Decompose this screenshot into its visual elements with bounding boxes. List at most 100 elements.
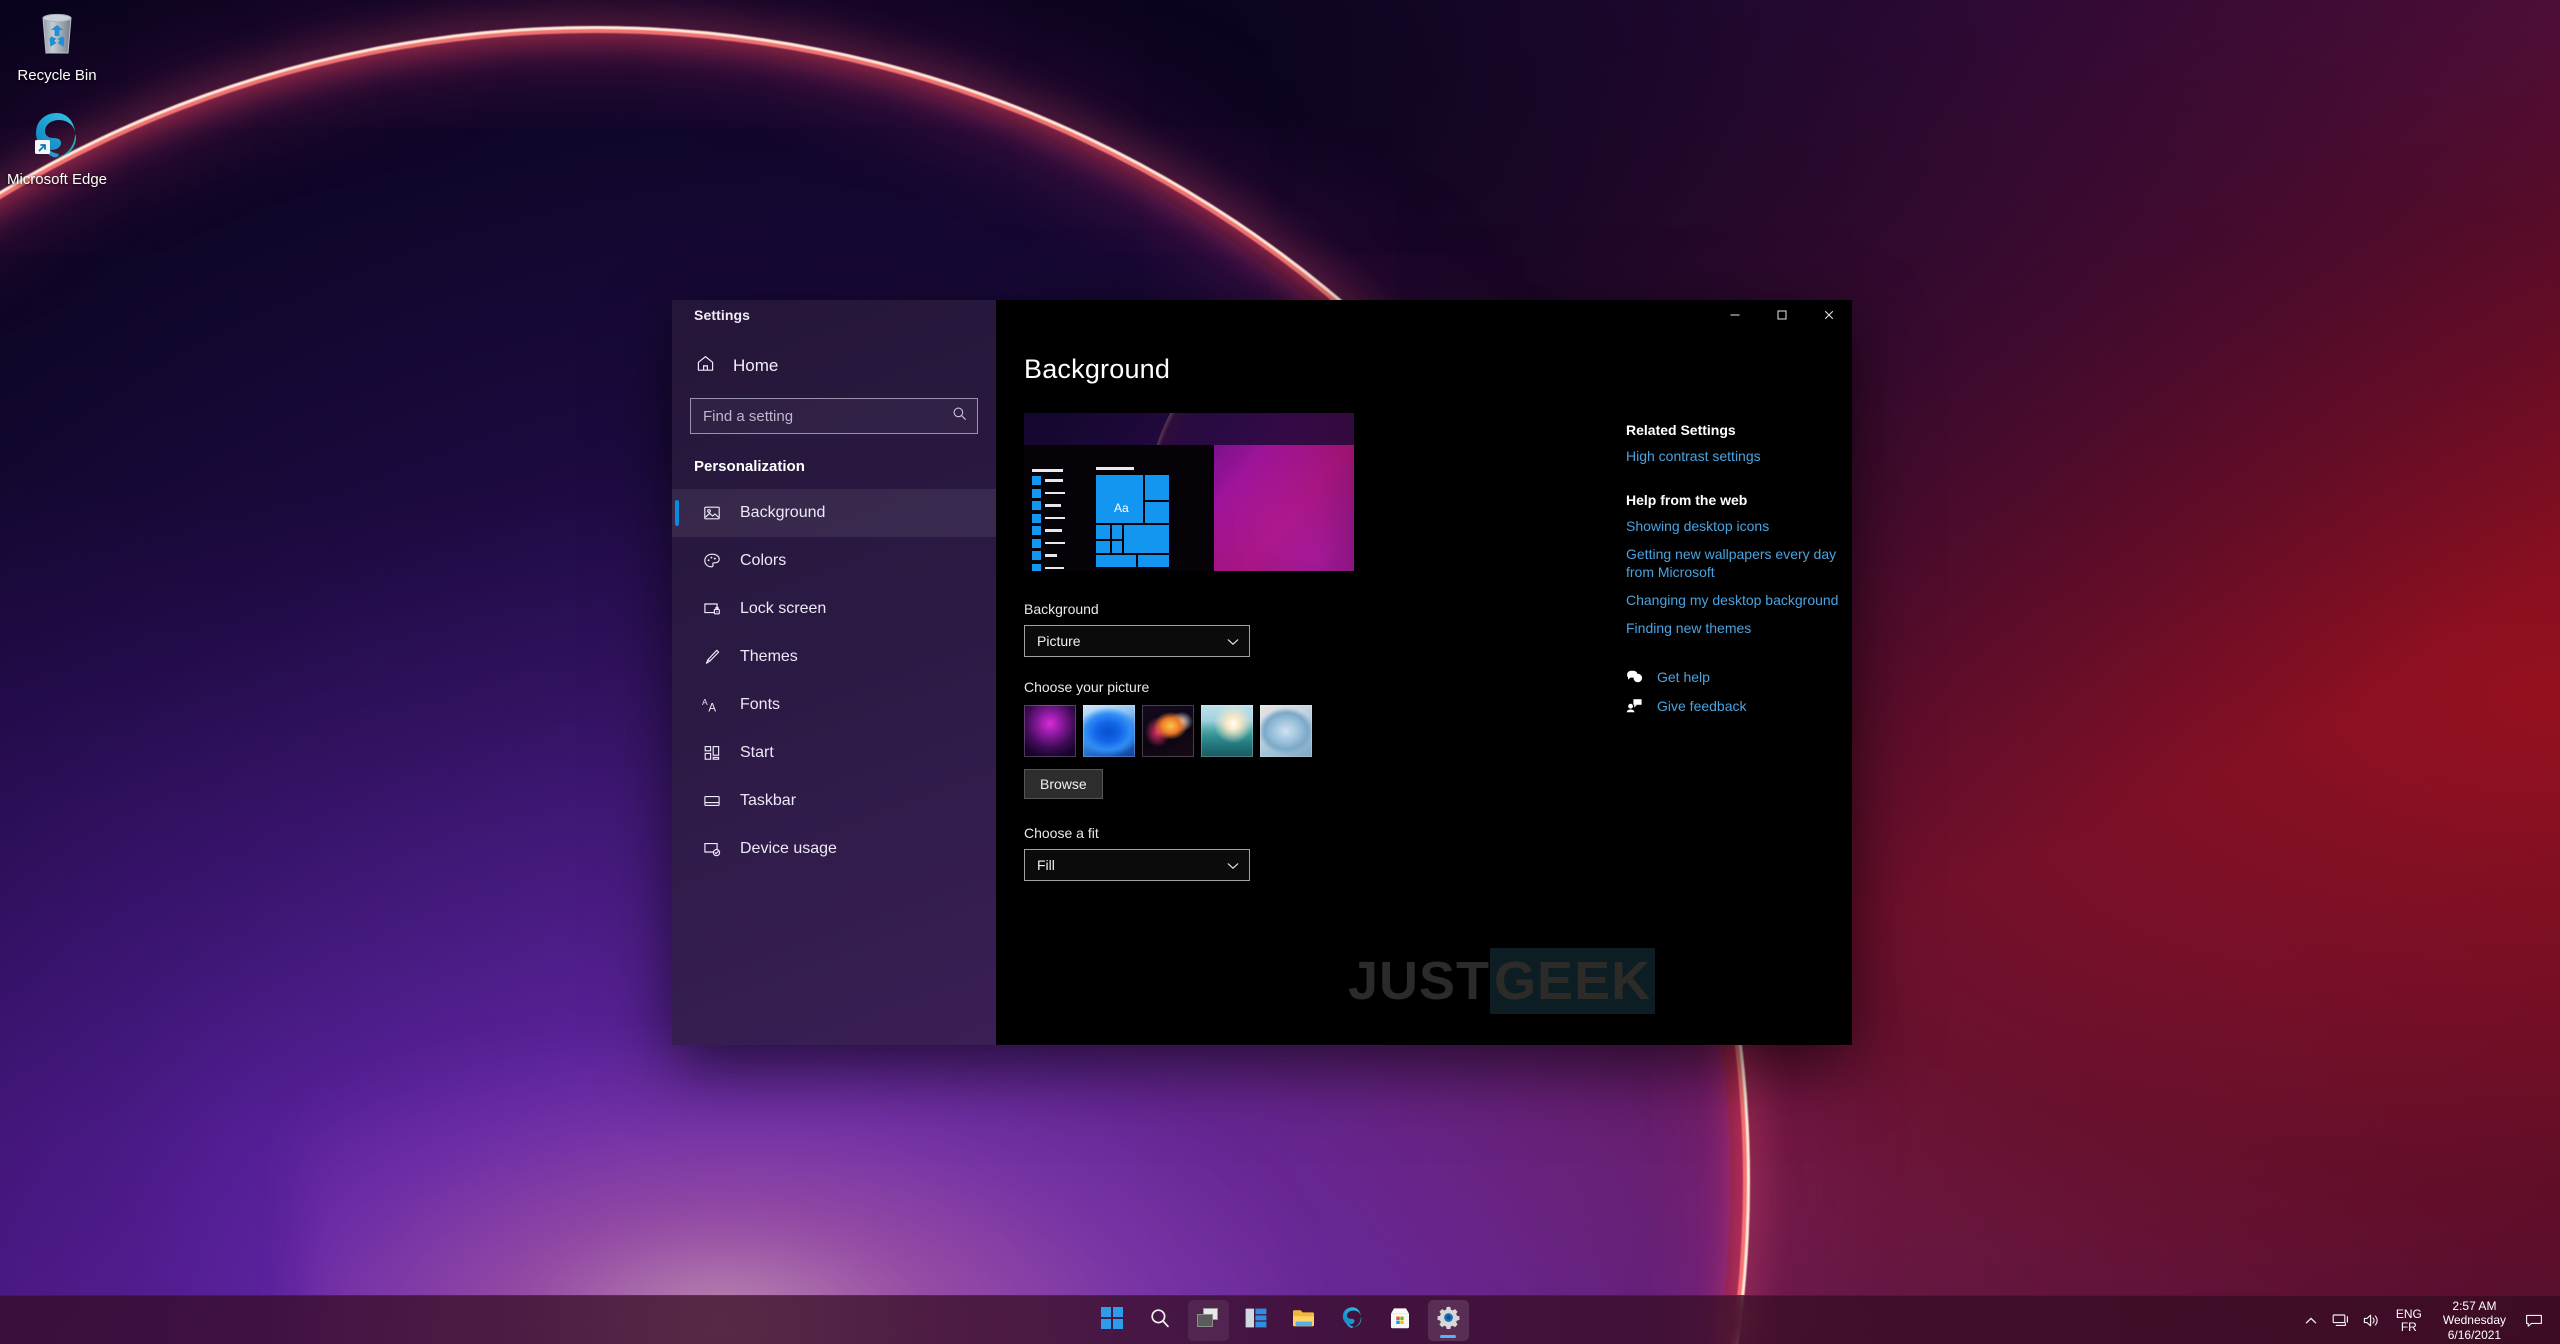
preview-topbar	[1024, 413, 1354, 445]
volume-icon[interactable]	[2356, 1300, 2387, 1341]
minimize-button[interactable]	[1711, 300, 1758, 330]
edge-button[interactable]	[1332, 1300, 1373, 1341]
sidebar-item-label: Background	[740, 504, 826, 521]
sidebar-item-taskbar[interactable]: Taskbar	[672, 777, 996, 825]
search-input[interactable]	[703, 407, 952, 425]
task-view-button[interactable]	[1187, 1299, 1229, 1341]
background-label: Background	[1024, 601, 1099, 617]
feedback-person-icon	[1626, 698, 1643, 713]
link-high-contrast-settings[interactable]: High contrast settings	[1626, 447, 1852, 466]
sidebar-item-label: Lock screen	[740, 600, 827, 617]
sidebar-item-label: Themes	[740, 648, 798, 665]
file-explorer-button[interactable]	[1284, 1300, 1325, 1341]
desktop-icon-microsoft-edge[interactable]: Microsoft Edge	[4, 110, 110, 189]
sidebar-item-lock-screen[interactable]: Lock screen	[672, 585, 996, 633]
maximize-button[interactable]	[1758, 300, 1805, 330]
get-help-link[interactable]: Get help	[1657, 669, 1710, 685]
link-getting-new-wallpapers[interactable]: Getting new wallpapers every day from Mi…	[1626, 545, 1852, 583]
microsoft-edge-icon	[4, 110, 110, 164]
sidebar-item-background[interactable]: Background	[672, 489, 996, 537]
sidebar-item-themes[interactable]: Themes	[672, 633, 996, 681]
search-icon[interactable]	[952, 406, 967, 426]
sidebar-item-fonts[interactable]: A A Fonts	[672, 681, 996, 729]
device-usage-icon	[702, 840, 722, 858]
link-showing-desktop-icons[interactable]: Showing desktop icons	[1626, 517, 1852, 536]
window-body: Settings Home Person	[672, 300, 1852, 1045]
sidebar-item-start[interactable]: Start	[672, 729, 996, 777]
page-title: Background	[1024, 354, 1171, 384]
thumbnail-flow-blue[interactable]	[1083, 705, 1135, 757]
active-app-indicator	[1440, 1334, 1456, 1338]
close-button[interactable]	[1805, 300, 1852, 330]
palette-icon	[702, 552, 722, 570]
taskbar-icon	[702, 792, 722, 810]
thumbnail-glow-dark-butterfly[interactable]	[1142, 705, 1194, 757]
lock-screen-icon	[702, 600, 722, 618]
microsoft-edge-icon	[1341, 1306, 1364, 1334]
widgets-icon	[1245, 1308, 1267, 1333]
sidebar-item-label: Colors	[740, 552, 787, 569]
preview-app-list	[1032, 469, 1066, 571]
chevron-down-icon	[1227, 633, 1239, 649]
thumbnail-bloom-dark-purple[interactable]	[1024, 705, 1076, 757]
language-indicator[interactable]: ENG FR	[2387, 1300, 2431, 1341]
microsoft-store-icon	[1389, 1307, 1411, 1334]
home-icon	[696, 354, 715, 378]
sidebar-item-device-usage[interactable]: Device usage	[672, 825, 996, 873]
notification-icon[interactable]	[2518, 1300, 2550, 1341]
preview-tile-text: Aa	[1114, 501, 1129, 515]
recycle-bin-icon	[4, 6, 110, 60]
help-chat-icon: ?	[1626, 669, 1643, 684]
svg-text:A: A	[702, 697, 708, 707]
sidebar-item-label: Start	[740, 744, 774, 761]
give-feedback-row[interactable]: Give feedback	[1626, 698, 1852, 714]
taskbar-center-group	[1092, 1299, 1469, 1341]
titlebar-right[interactable]	[996, 300, 1852, 330]
sidebar-home-label: Home	[733, 356, 779, 375]
link-changing-my-desktop-background[interactable]: Changing my desktop background	[1626, 591, 1852, 610]
task-view-icon	[1196, 1307, 1220, 1333]
clock[interactable]: 2:57 AM Wednesday 6/16/2021	[2431, 1299, 2518, 1342]
thumbnail-captured-motion-sunrise[interactable]	[1201, 705, 1253, 757]
sidebar-item-home[interactable]: Home	[688, 348, 980, 384]
thumbnail-flow-light-blue[interactable]	[1260, 705, 1312, 757]
windows-logo-icon	[1101, 1306, 1123, 1334]
preview-start-menu: Aa	[1024, 445, 1214, 571]
get-help-row[interactable]: ? Get help	[1626, 669, 1852, 685]
search-box[interactable]	[690, 398, 978, 434]
chevron-down-icon	[1227, 857, 1239, 873]
help-from-web-heading: Help from the web	[1626, 491, 1748, 508]
start-button[interactable]	[1092, 1300, 1133, 1341]
store-button[interactable]	[1380, 1300, 1421, 1341]
background-type-select[interactable]: Picture	[1024, 625, 1250, 657]
search-button[interactable]	[1140, 1300, 1181, 1341]
clock-day: Wednesday	[2442, 1313, 2506, 1328]
taskbar[interactable]: ENG FR 2:57 AM Wednesday 6/16/2021	[0, 1295, 2560, 1344]
clock-time: 2:57 AM	[2452, 1299, 2497, 1314]
sidebar-item-label: Device usage	[740, 840, 837, 857]
settings-button[interactable]	[1427, 1299, 1469, 1341]
widgets-button[interactable]	[1236, 1300, 1277, 1341]
desktop-icon-recycle-bin[interactable]: Recycle Bin	[4, 6, 110, 85]
folder-icon	[1292, 1308, 1316, 1333]
fonts-icon: A A	[702, 696, 722, 714]
aside-column: Related Settings High contrast settings …	[1596, 330, 1852, 1045]
desktop-preview: Aa	[1024, 413, 1354, 571]
sidebar-item-colors[interactable]: Colors	[672, 537, 996, 585]
fit-select[interactable]: Fill	[1024, 849, 1250, 881]
network-icon[interactable]	[2325, 1300, 2356, 1341]
paintbrush-icon	[702, 648, 722, 666]
search-icon	[1149, 1307, 1171, 1334]
sidebar-nav-list: Background Colors Lock screen Themes A A…	[672, 489, 996, 873]
clock-date: 6/16/2021	[2447, 1327, 2502, 1342]
titlebar-left[interactable]: Settings	[672, 300, 996, 330]
content-scroll: Background Aa Background Picture Choose …	[996, 330, 1852, 1045]
give-feedback-link[interactable]: Give feedback	[1657, 698, 1747, 714]
gear-icon	[1437, 1306, 1460, 1334]
choose-fit-label: Choose a fit	[1024, 825, 1099, 841]
sidebar-item-label: Taskbar	[740, 792, 797, 809]
link-finding-new-themes[interactable]: Finding new themes	[1626, 619, 1852, 638]
browse-button[interactable]: Browse	[1024, 769, 1103, 799]
settings-window[interactable]: Settings Home Person	[672, 300, 1852, 1045]
chevron-up-icon[interactable]	[2297, 1300, 2325, 1341]
